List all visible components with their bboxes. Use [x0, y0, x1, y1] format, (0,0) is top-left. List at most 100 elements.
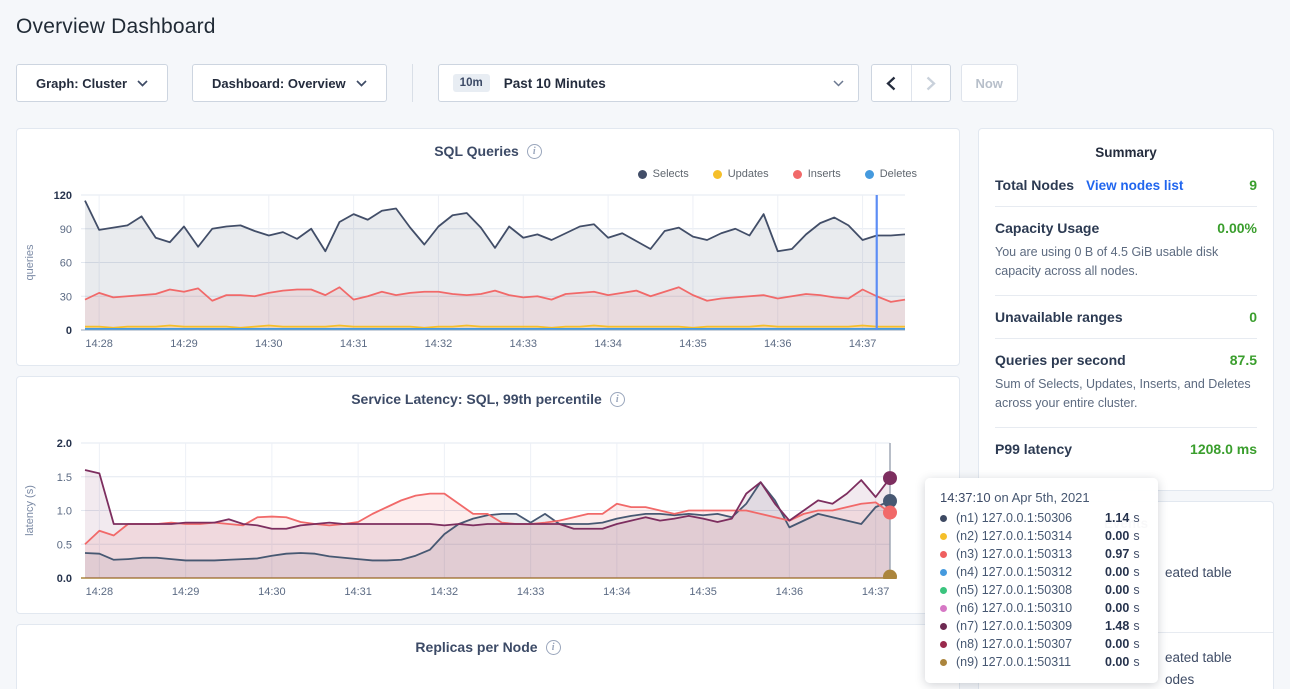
- svg-text:14:37: 14:37: [849, 338, 877, 350]
- legend-label: Updates: [728, 168, 769, 180]
- tooltip-node-value: 1.14: [1105, 511, 1129, 525]
- summary-row: P99 latency1208.0 ms: [995, 427, 1257, 470]
- svg-text:30: 30: [60, 291, 72, 303]
- chart-tooltip: 14:37:10 on Apr 5th, 2021 (n1) 127.0.0.1…: [925, 478, 1158, 683]
- legend-label: Inserts: [808, 168, 841, 180]
- summary-row-line: Unavailable ranges 0: [995, 309, 1257, 325]
- legend-dot-icon: [638, 170, 647, 179]
- now-button[interactable]: Now: [961, 64, 1018, 102]
- summary-row-line: Total NodesView nodes list9: [995, 177, 1257, 193]
- service-latency-plot: 0.00.51.01.52.014:2814:2914:3014:3114:32…: [17, 433, 959, 604]
- legend-dot-icon: [793, 170, 802, 179]
- tooltip-node-unit: s: [1133, 547, 1139, 561]
- tooltip-row: (n5) 127.0.0.1:503080.00s: [940, 581, 1144, 599]
- graph-dropdown[interactable]: Graph: Cluster: [16, 64, 168, 102]
- svg-text:14:36: 14:36: [776, 586, 804, 598]
- tooltip-node-value: 0.97: [1105, 547, 1129, 561]
- svg-text:14:28: 14:28: [85, 338, 113, 350]
- chart-title-text: SQL Queries: [434, 143, 519, 159]
- summary-label: Unavailable ranges: [995, 309, 1123, 325]
- tooltip-node-unit: s: [1133, 619, 1139, 633]
- graph-dropdown-label: Graph: Cluster: [36, 76, 127, 91]
- summary-title: Summary: [995, 145, 1257, 160]
- event-text-fragment: eated table: [1165, 562, 1263, 584]
- tooltip-row: (n1) 127.0.0.1:503061.14s: [940, 509, 1144, 527]
- tooltip-node-value: 0.00: [1105, 601, 1129, 615]
- event-text-fragment: eated table: [1165, 647, 1263, 669]
- tooltip-node-unit: s: [1133, 601, 1139, 615]
- svg-text:14:31: 14:31: [340, 338, 368, 350]
- summary-rows: Total NodesView nodes list9Capacity Usag…: [995, 177, 1257, 470]
- svg-text:14:31: 14:31: [344, 586, 372, 598]
- time-prev-button[interactable]: [872, 65, 911, 101]
- summary-value: 87.5: [1230, 352, 1257, 368]
- sql-queries-chart-canvas[interactable]: 030609012014:2814:2914:3014:3114:3214:33…: [17, 185, 959, 351]
- tooltip-node-label: (n1) 127.0.0.1:50306: [956, 511, 1105, 525]
- node-color-dot-icon: [940, 659, 947, 666]
- page-title: Overview Dashboard: [16, 0, 1274, 39]
- legend-item-selects[interactable]: Selects: [638, 168, 689, 180]
- svg-text:1.5: 1.5: [57, 472, 72, 484]
- spacer: [17, 409, 959, 433]
- tooltip-node-label: (n9) 127.0.0.1:50311: [956, 655, 1105, 669]
- node-color-dot-icon: [940, 641, 947, 648]
- info-icon[interactable]: [610, 392, 625, 407]
- legend-item-deletes[interactable]: Deletes: [865, 168, 917, 180]
- tooltip-node-unit: s: [1133, 583, 1139, 597]
- summary-row-line: Capacity Usage 0.00%: [995, 220, 1257, 236]
- chart-title-text: Service Latency: SQL, 99th percentile: [351, 391, 602, 407]
- time-range-badge: 10m: [453, 74, 490, 92]
- tooltip-node-unit: s: [1133, 655, 1139, 669]
- svg-text:14:29: 14:29: [172, 586, 200, 598]
- summary-row: Total NodesView nodes list9: [995, 177, 1257, 206]
- view-nodes-list-link[interactable]: View nodes list: [1086, 178, 1183, 193]
- tooltip-node-value: 0.00: [1105, 529, 1129, 543]
- summary-value: 0: [1249, 309, 1257, 325]
- svg-text:1.0: 1.0: [57, 506, 72, 518]
- svg-text:14:30: 14:30: [258, 586, 286, 598]
- tooltip-node-unit: s: [1133, 529, 1139, 543]
- tooltip-node-value: 0.00: [1105, 565, 1129, 579]
- dashboard-dropdown[interactable]: Dashboard: Overview: [192, 64, 387, 102]
- tooltip-row: (n7) 127.0.0.1:503091.48s: [940, 617, 1144, 635]
- chevron-left-icon: [886, 76, 896, 91]
- summary-value: 0.00%: [1217, 220, 1257, 236]
- summary-row-line: Queries per second87.5: [995, 352, 1257, 368]
- service-latency-card: Service Latency: SQL, 99th percentile 0.…: [16, 376, 960, 614]
- svg-text:14:37: 14:37: [862, 586, 890, 598]
- legend-item-inserts[interactable]: Inserts: [793, 168, 841, 180]
- svg-text:0.0: 0.0: [57, 573, 72, 585]
- summary-label: Total Nodes: [995, 177, 1074, 193]
- tooltip-row: (n4) 127.0.0.1:503120.00s: [940, 563, 1144, 581]
- summary-label: Capacity Usage: [995, 220, 1099, 236]
- node-color-dot-icon: [940, 533, 947, 540]
- legend-item-updates[interactable]: Updates: [713, 168, 769, 180]
- time-range-picker[interactable]: 10m Past 10 Minutes: [438, 64, 859, 102]
- summary-row: Queries per second87.5 Sum of Selects, Up…: [995, 338, 1257, 427]
- summary-caption: Sum of Selects, Updates, Inserts, and De…: [995, 375, 1257, 414]
- tooltip-node-label: (n8) 127.0.0.1:50307: [956, 637, 1105, 651]
- service-latency-chart-canvas[interactable]: 0.00.51.01.52.014:2814:2914:3014:3114:32…: [17, 433, 959, 599]
- tooltip-row: (n8) 127.0.0.1:503070.00s: [940, 635, 1144, 653]
- tooltip-time: 14:37:10: [940, 490, 991, 505]
- info-icon[interactable]: [546, 640, 561, 655]
- node-color-dot-icon: [940, 587, 947, 594]
- legend-label: Deletes: [880, 168, 917, 180]
- sql-queries-plot: 030609012014:2814:2914:3014:3114:3214:33…: [17, 185, 959, 356]
- tooltip-row: (n2) 127.0.0.1:503140.00s: [940, 527, 1144, 545]
- toolbar: Graph: Cluster Dashboard: Overview 10m P…: [16, 64, 1274, 102]
- time-next-button[interactable]: [911, 65, 950, 101]
- info-icon[interactable]: [527, 144, 542, 159]
- chevron-down-icon: [833, 80, 844, 87]
- tooltip-node-value: 0.00: [1105, 637, 1129, 651]
- svg-text:14:34: 14:34: [594, 338, 622, 350]
- summary-label: P99 latency: [995, 441, 1072, 457]
- svg-text:queries: queries: [24, 244, 36, 281]
- svg-text:14:32: 14:32: [425, 338, 453, 350]
- summary-row: Capacity Usage0.00%You are using 0 B of …: [995, 206, 1257, 295]
- sql-queries-title: SQL Queries: [17, 141, 959, 161]
- summary-row-line: P99 latency1208.0 ms: [995, 441, 1257, 457]
- node-color-dot-icon: [940, 623, 947, 630]
- chevron-right-icon: [926, 76, 936, 91]
- svg-text:60: 60: [60, 258, 72, 270]
